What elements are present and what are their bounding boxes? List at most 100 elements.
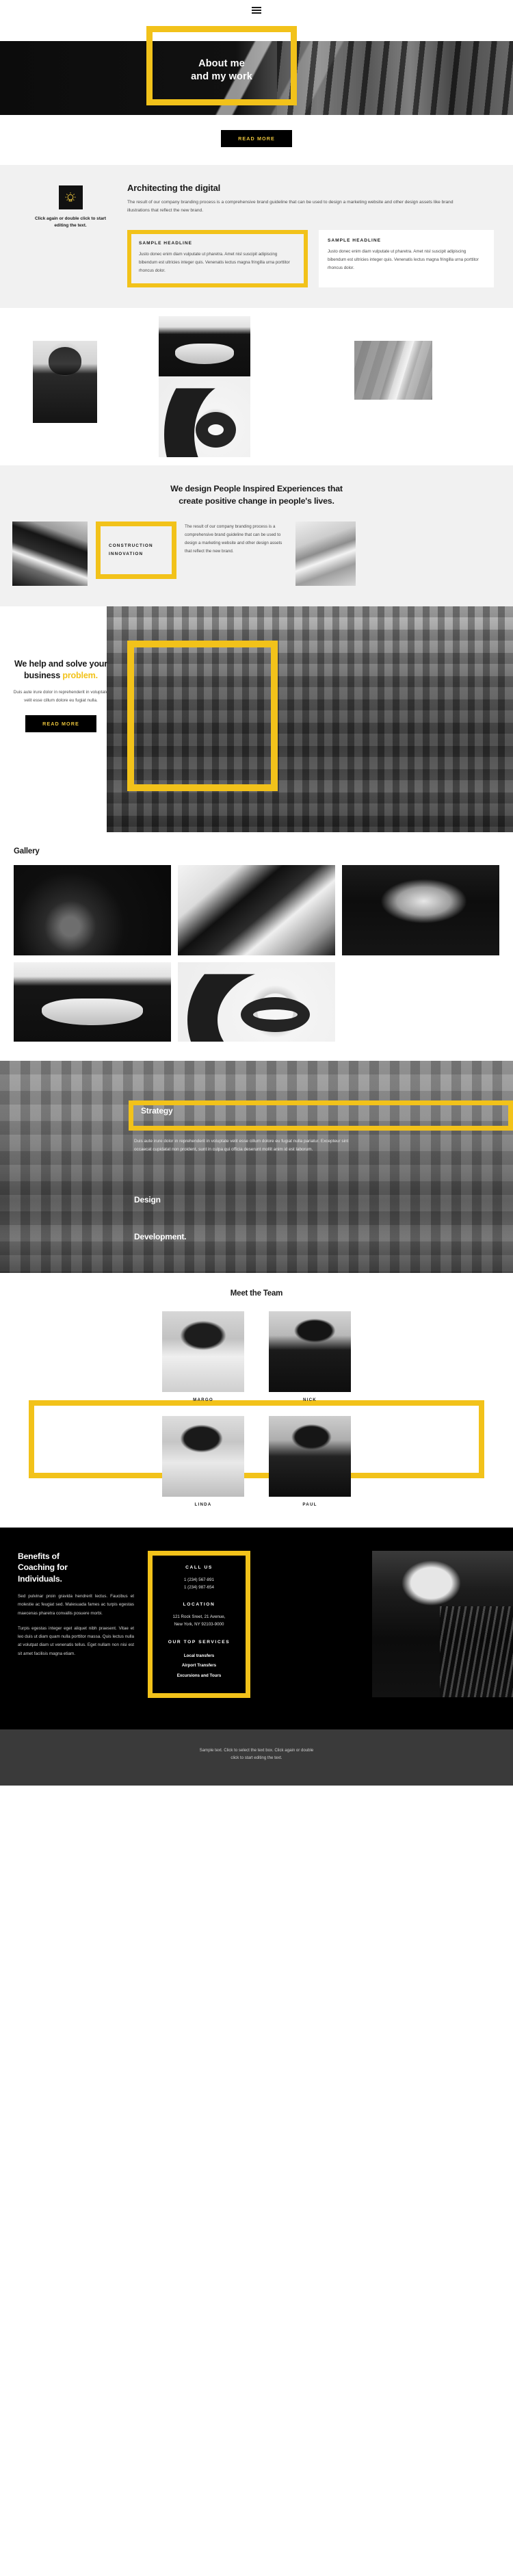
photo-collage-section	[0, 307, 513, 465]
paul-photo	[269, 1415, 351, 1497]
gallery-heading: Gallery	[14, 847, 40, 855]
footer-text-line-1: Sample text. Click to select the text bo…	[199, 1747, 314, 1753]
strategy-section: Strategy Duis aute irure dolor in repreh…	[0, 1060, 513, 1273]
collage-hands-photo	[159, 315, 250, 376]
design-architecture-photo-left	[12, 521, 88, 586]
benefits-section: Benefits of Coaching for Individuals. Se…	[0, 1527, 513, 1729]
footer-text-line-2: click to start editing the text.	[231, 1755, 282, 1760]
architecting-paragraph: The result of our company branding proce…	[127, 200, 453, 214]
help-heading-plain: business	[24, 670, 63, 680]
benefits-text-column: Benefits of Coaching for Individuals. Se…	[18, 1551, 148, 1698]
contact-info-card: CALL US 1 (234) 567-891 1 (234) 987-654 …	[148, 1550, 250, 1698]
help-heading-line-1: We help and solve your	[14, 658, 108, 669]
team-member-linda[interactable]: LINDA	[159, 1415, 248, 1507]
team-section: Meet the Team MARGO NICK LINDA PAUL	[0, 1272, 513, 1528]
team-member-nick[interactable]: NICK	[265, 1311, 354, 1402]
help-text-column: We help and solve your business problem.…	[0, 658, 122, 733]
address-line-1: 121 Rock Sreet, 21 Avenue,	[172, 1614, 226, 1620]
strategy-item-development: Development.	[134, 1231, 187, 1241]
strategy-paragraph: Duis aute irure dolor in reprehenderit i…	[134, 1138, 349, 1152]
team-member-name: NICK	[303, 1397, 317, 1402]
card-headline: SAMPLE HEADLINE	[139, 241, 193, 246]
phone-number-2[interactable]: 1 (234) 987-654	[159, 1584, 239, 1592]
we-design-heading: We design People Inspired Experiences th…	[0, 483, 513, 508]
collage-beach-photo	[354, 340, 432, 400]
hero-section: About me and my work	[0, 26, 513, 115]
architecting-edit-note: Click again or double click to start edi…	[34, 216, 107, 228]
gallery-item-cloth[interactable]	[178, 864, 335, 955]
strategy-item-design: Design	[134, 1194, 161, 1205]
benefits-woman-photo	[372, 1550, 513, 1697]
benefits-paragraph-2: Turpis egestas integer eget aliquet nibh…	[18, 1625, 134, 1656]
service-item-excursions-and-tours[interactable]: Excursions and Tours	[159, 1671, 239, 1681]
team-member-name: LINDA	[194, 1502, 212, 1507]
hero-title: About me and my work	[146, 57, 297, 83]
team-member-name: PAUL	[302, 1502, 317, 1507]
location-title: LOCATION	[183, 1602, 215, 1608]
benefits-heading-line-3: Individuals.	[18, 1573, 62, 1584]
phone-number-1[interactable]: 1 (234) 567-891	[159, 1577, 239, 1584]
collage-woman-photo	[33, 340, 97, 423]
gallery-item-portrait[interactable]	[342, 864, 499, 955]
help-heading: We help and solve your business problem.	[0, 658, 122, 682]
hero-title-line-2: and my work	[191, 70, 252, 82]
strategy-street-photo	[0, 1060, 513, 1273]
card-body: Justo donec enim diam vulputate ut phare…	[139, 252, 290, 273]
gallery-section: Gallery	[0, 832, 513, 1061]
card-body: Justo donec enim diam vulputate ut phare…	[328, 249, 479, 270]
help-heading-accent: problem.	[62, 670, 98, 680]
gallery-item-staircase[interactable]	[178, 962, 335, 1042]
team-heading: Meet the Team	[230, 1289, 283, 1298]
read-more-button-help[interactable]: READ MORE	[25, 715, 96, 733]
benefits-heading-line-1: Benefits of	[18, 1551, 60, 1561]
linda-photo	[162, 1415, 244, 1497]
help-yellow-frame	[127, 640, 278, 791]
read-more-button-hero[interactable]: READ MORE	[221, 130, 292, 147]
margo-photo	[162, 1311, 244, 1392]
hamburger-menu-icon[interactable]	[252, 5, 261, 15]
we-help-section: We help and solve your business problem.…	[0, 606, 513, 832]
team-grid: MARGO NICK LINDA PAUL	[159, 1311, 354, 1507]
card-headline: SAMPLE HEADLINE	[328, 238, 382, 244]
frame-label-line-1: CONSTRUCTION	[109, 543, 153, 549]
we-design-section: We design People Inspired Experiences th…	[0, 465, 513, 606]
architecting-cards: SAMPLE HEADLINE Justo donec enim diam vu…	[127, 230, 494, 287]
team-member-name: MARGO	[193, 1397, 213, 1402]
strategy-yellow-bar	[129, 1100, 513, 1131]
hero-cta-section: READ MORE	[0, 115, 513, 165]
top-navigation	[0, 0, 513, 21]
team-member-paul[interactable]: PAUL	[265, 1415, 354, 1507]
service-item-airport-transfers[interactable]: Airport Transfers	[159, 1661, 239, 1671]
we-design-paragraph: The result of our company branding proce…	[185, 524, 282, 554]
strategy-label: Strategy	[141, 1105, 173, 1116]
architecting-left-column: Click again or double click to start edi…	[19, 183, 122, 287]
architecting-right-column: Architecting the digital The result of o…	[122, 183, 494, 287]
landing-page: About me and my work READ MORE Click aga…	[0, 0, 513, 1786]
gallery-item-ear[interactable]	[14, 864, 171, 955]
architecting-heading: Architecting the digital	[127, 183, 221, 193]
hero-title-line-1: About me	[198, 58, 245, 69]
we-design-heading-line-1: We design People Inspired Experiences th…	[170, 483, 343, 493]
services-title: OUR TOP SERVICES	[168, 1640, 231, 1645]
team-member-margo[interactable]: MARGO	[159, 1311, 248, 1402]
we-design-heading-line-2: create positive change in people's lives…	[179, 495, 334, 506]
frame-label-line-2: INNOVATION	[109, 551, 144, 556]
gallery-grid	[14, 864, 499, 1042]
service-item-local-transfers[interactable]: Local transfers	[159, 1651, 239, 1661]
address-line-2: New York, NY 92103-9000	[174, 1622, 224, 1627]
gallery-item-hands[interactable]	[14, 962, 171, 1042]
construction-innovation-frame: CONSTRUCTION INNOVATION	[96, 521, 176, 579]
lightbulb-icon	[58, 185, 83, 209]
sample-card-highlighted: SAMPLE HEADLINE Justo donec enim diam vu…	[127, 230, 308, 287]
design-architecture-photo-right	[295, 521, 356, 586]
call-us-title: CALL US	[185, 1564, 213, 1570]
benefits-paragraph-1: Sed pulvinar proin gravida hendrerit lec…	[18, 1594, 134, 1616]
help-heading-line-2: business problem.	[0, 670, 122, 682]
page-footer: Sample text. Click to select the text bo…	[0, 1729, 513, 1786]
collage-staircase-photo	[159, 376, 250, 457]
construction-innovation-label: CONSTRUCTION INNOVATION	[109, 542, 153, 558]
nick-photo	[269, 1311, 351, 1392]
help-paragraph: Duis aute irure dolor in reprehenderit i…	[13, 689, 109, 703]
we-design-row: CONSTRUCTION INNOVATION The result of ou…	[0, 521, 513, 586]
sample-card-plain: SAMPLE HEADLINE Justo donec enim diam vu…	[319, 230, 494, 287]
